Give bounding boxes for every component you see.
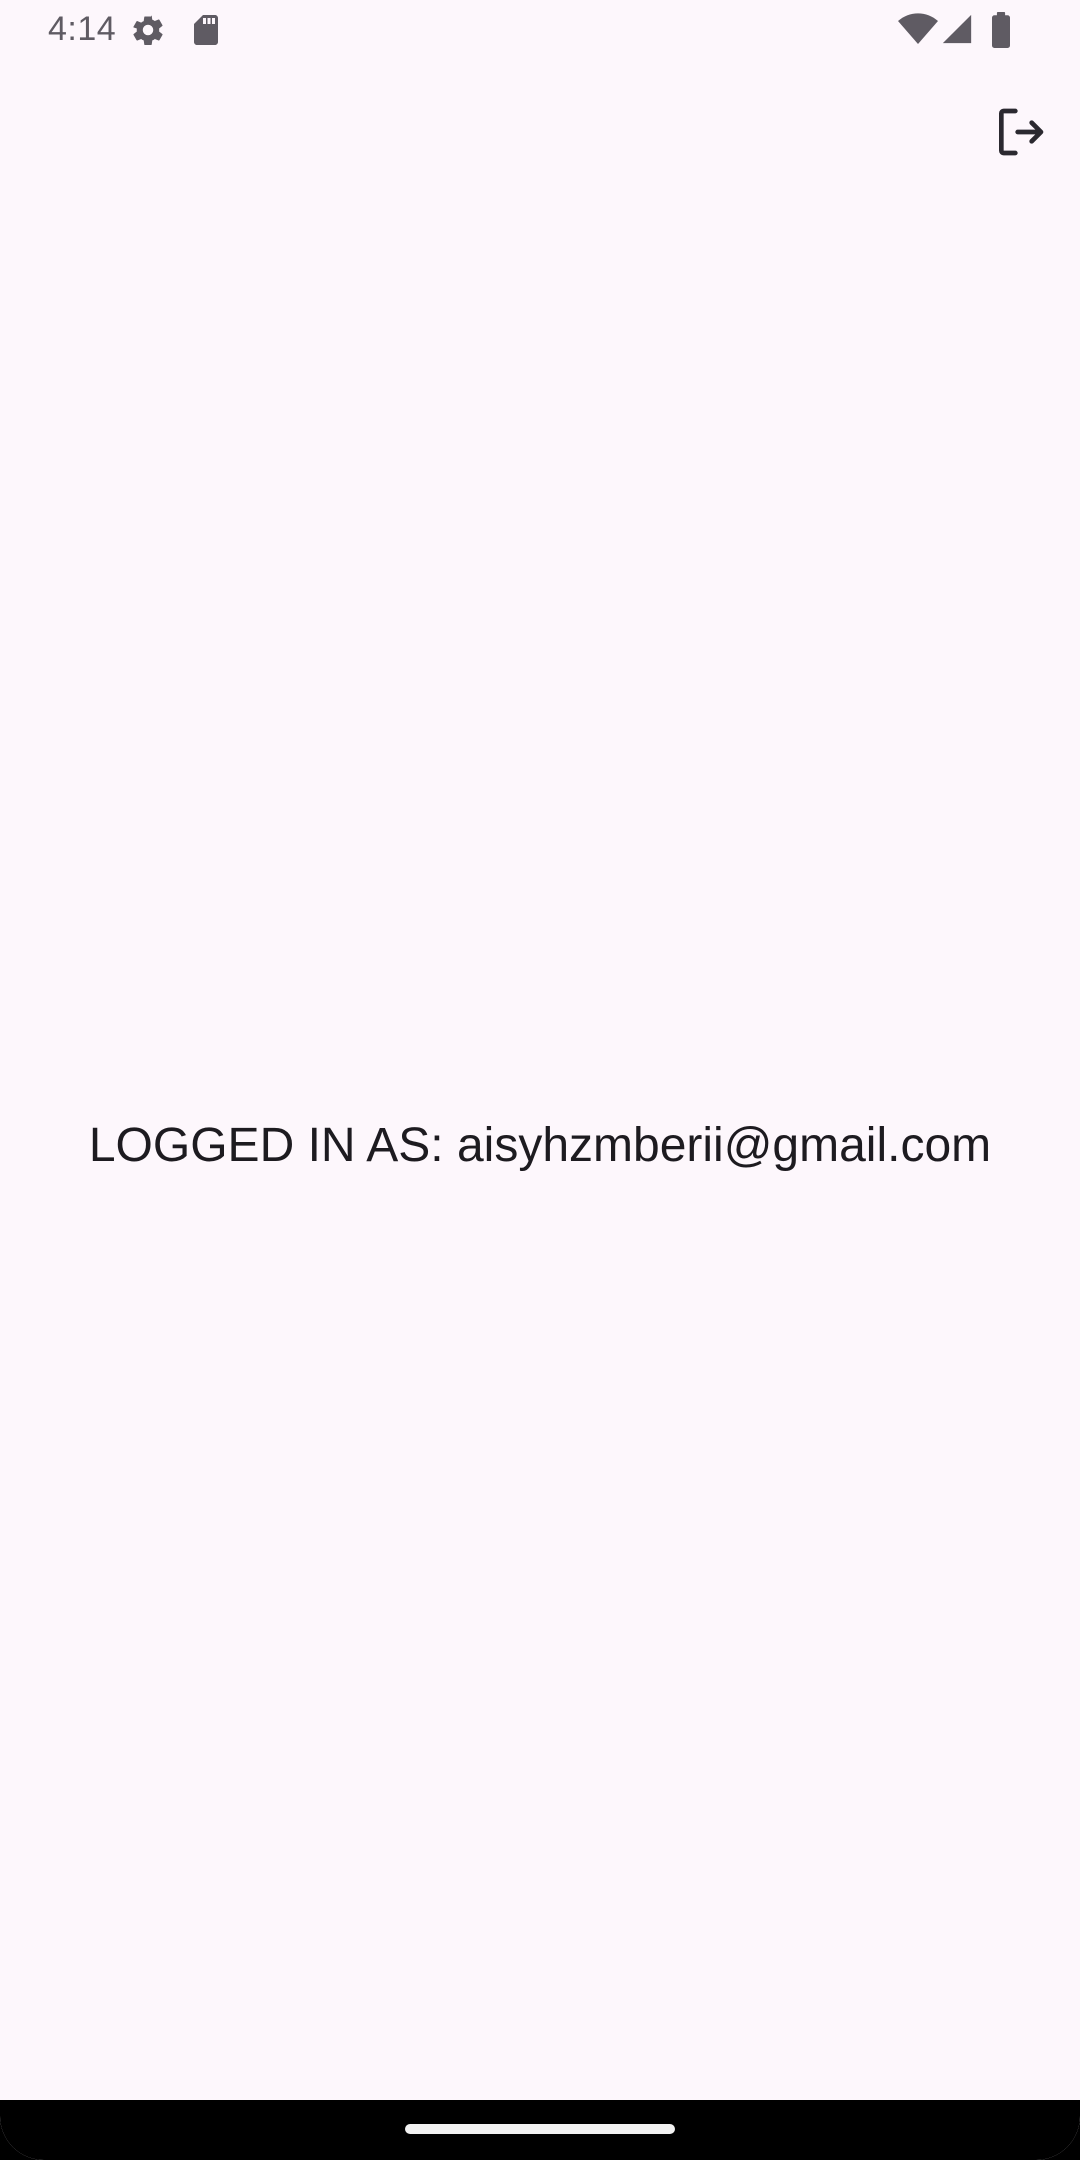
logout-button[interactable]	[972, 96, 1068, 168]
logout-icon	[999, 108, 1044, 156]
wifi-icon	[898, 13, 938, 45]
status-time: 4:14	[48, 10, 117, 48]
app-screen: 4:14 LOGGED IN AS: aisyhzmberii@gmail.co…	[0, 0, 1080, 2160]
cell-signal-icon	[942, 14, 972, 44]
sd-card-icon	[194, 15, 218, 45]
home-gesture-handle[interactable]	[405, 2124, 675, 2134]
logged-in-as-label: LOGGED IN AS: aisyhzmberii@gmail.com	[88, 1119, 992, 1172]
status-bar: 4:14	[0, 0, 1080, 60]
battery-icon	[992, 12, 1010, 48]
settings-gear-icon	[133, 15, 163, 46]
